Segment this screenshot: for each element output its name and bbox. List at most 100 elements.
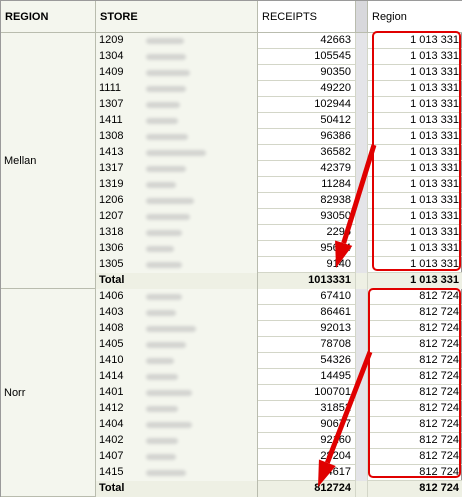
- spacer-cell: [356, 241, 368, 257]
- store-name-redacted: [142, 385, 258, 401]
- table-row[interactable]: 1406 67410 812 724: [96, 289, 462, 305]
- table-row[interactable]: 1209 42663 1 013 331: [96, 33, 462, 49]
- store-id: 1317: [96, 161, 142, 177]
- spacer-cell: [356, 481, 368, 497]
- region-total-cell: 812 724: [419, 418, 459, 430]
- store-name-redacted: [142, 433, 258, 449]
- store-id: 1319: [96, 177, 142, 193]
- table-row[interactable]: 1415 24617 812 724: [96, 465, 462, 481]
- receipts-cell: 90350: [258, 65, 356, 81]
- table-row[interactable]: 1404 90677 812 724: [96, 417, 462, 433]
- store-name-redacted: [142, 401, 258, 417]
- total-store-blank: [142, 481, 258, 497]
- region-total-cell: 1 013 331: [410, 210, 459, 222]
- table-row[interactable]: 1206 82938 1 013 331: [96, 193, 462, 209]
- header-region[interactable]: REGION: [1, 1, 96, 33]
- table-row[interactable]: 1319 11284 1 013 331: [96, 177, 462, 193]
- spacer-cell: [356, 33, 368, 49]
- table-row[interactable]: 1402 92160 812 724: [96, 433, 462, 449]
- region-total-cell: 812 724: [419, 434, 459, 446]
- table-row[interactable]: 1408 92013 812 724: [96, 321, 462, 337]
- receipts-cell: 36582: [258, 145, 356, 161]
- receipts-cell: 28204: [258, 449, 356, 465]
- table-row[interactable]: 1414 14495 812 724: [96, 369, 462, 385]
- store-name-redacted: [142, 177, 258, 193]
- table-row[interactable]: 1413 36582 1 013 331: [96, 145, 462, 161]
- store-name-redacted: [142, 241, 258, 257]
- region-total-cell: 812 724: [419, 306, 459, 318]
- total-region-cell: 812 724: [368, 481, 462, 497]
- receipts-cell: 24617: [258, 465, 356, 481]
- store-name-redacted: [142, 305, 258, 321]
- total-label: Total: [96, 273, 142, 289]
- table-row[interactable]: 1409 90350 1 013 331: [96, 65, 462, 81]
- total-label: Total: [96, 481, 142, 497]
- store-id: 1402: [96, 433, 142, 449]
- receipts-cell: 67410: [258, 289, 356, 305]
- header-receipts[interactable]: RECEIPTS: [258, 1, 356, 33]
- region-total-cell: 1 013 331: [410, 98, 459, 110]
- table-row[interactable]: 1207 93050 1 013 331: [96, 209, 462, 225]
- table-row[interactable]: 1403 86461 812 724: [96, 305, 462, 321]
- receipts-cell: 95644: [258, 241, 356, 257]
- region-total-cell: 1 013 331: [410, 146, 459, 158]
- receipts-cell: 2296: [258, 225, 356, 241]
- table-row[interactable]: 1405 78708 812 724: [96, 337, 462, 353]
- table-row[interactable]: 1304 105545 1 013 331: [96, 49, 462, 65]
- region-group-label[interactable]: Norr: [1, 289, 96, 497]
- store-name-redacted: [142, 465, 258, 481]
- table-row[interactable]: 1308 96386 1 013 331: [96, 129, 462, 145]
- spacer-cell: [356, 353, 368, 369]
- spacer-cell: [356, 289, 368, 305]
- store-id: 1403: [96, 305, 142, 321]
- store-name-redacted: [142, 225, 258, 241]
- region-total-cell: 1 013 331: [410, 130, 459, 142]
- receipts-cell: 105545: [258, 49, 356, 65]
- spacer-cell: [356, 81, 368, 97]
- table-row[interactable]: 1411 50412 1 013 331: [96, 113, 462, 129]
- table-row[interactable]: 1307 102944 1 013 331: [96, 97, 462, 113]
- total-receipts-cell: 1013331: [258, 273, 356, 289]
- region-total-cell: 812 724: [419, 338, 459, 350]
- receipts-cell: 14495: [258, 369, 356, 385]
- receipts-cell: 42663: [258, 33, 356, 49]
- table-row[interactable]: 1407 28204 812 724: [96, 449, 462, 465]
- store-id: 1209: [96, 33, 142, 49]
- table-row[interactable]: 1401 100701 812 724: [96, 385, 462, 401]
- spacer-cell: [356, 369, 368, 385]
- pivot-table: REGION STORE RECEIPTS Region 1209 42663 1 …: [0, 0, 462, 497]
- receipts-cell: 96386: [258, 129, 356, 145]
- store-id: 1207: [96, 209, 142, 225]
- spacer-cell: [356, 417, 368, 433]
- store-name-redacted: [142, 113, 258, 129]
- store-name-redacted: [142, 193, 258, 209]
- receipts-cell: 102944: [258, 97, 356, 113]
- table-row[interactable]: 1318 2296 1 013 331: [96, 225, 462, 241]
- store-id: 1409: [96, 65, 142, 81]
- table-row[interactable]: 1305 9140 1 013 331: [96, 257, 462, 273]
- store-name-redacted: [142, 449, 258, 465]
- table-row[interactable]: 1412 31852 812 724: [96, 401, 462, 417]
- header-receipts-label: RECEIPTS: [262, 10, 318, 23]
- store-id: 1410: [96, 353, 142, 369]
- table-row[interactable]: 1317 42379 1 013 331: [96, 161, 462, 177]
- table-row[interactable]: 1410 54326 812 724: [96, 353, 462, 369]
- total-row[interactable]: Total 1013331 1 013 331: [96, 273, 462, 289]
- header-region-total[interactable]: Region: [368, 1, 462, 33]
- header-store[interactable]: STORE: [96, 1, 258, 33]
- store-name-redacted: [142, 145, 258, 161]
- receipts-cell: 54326: [258, 353, 356, 369]
- region-total-cell: 812 724: [419, 290, 459, 302]
- receipts-cell: 92013: [258, 321, 356, 337]
- region-group-label[interactable]: Mellan: [1, 33, 96, 289]
- table-row[interactable]: 1111 49220 1 013 331: [96, 81, 462, 97]
- total-row[interactable]: Total 812724 812 724: [96, 481, 462, 497]
- table-row[interactable]: 1306 95644 1 013 331: [96, 241, 462, 257]
- store-name-redacted: [142, 161, 258, 177]
- store-id: 1406: [96, 289, 142, 305]
- store-name-redacted: [142, 257, 258, 273]
- region-total-cell: 812 724: [419, 466, 459, 478]
- region-total-cell: 1 013 331: [410, 50, 459, 62]
- spacer-cell: [356, 65, 368, 81]
- spacer-cell: [356, 49, 368, 65]
